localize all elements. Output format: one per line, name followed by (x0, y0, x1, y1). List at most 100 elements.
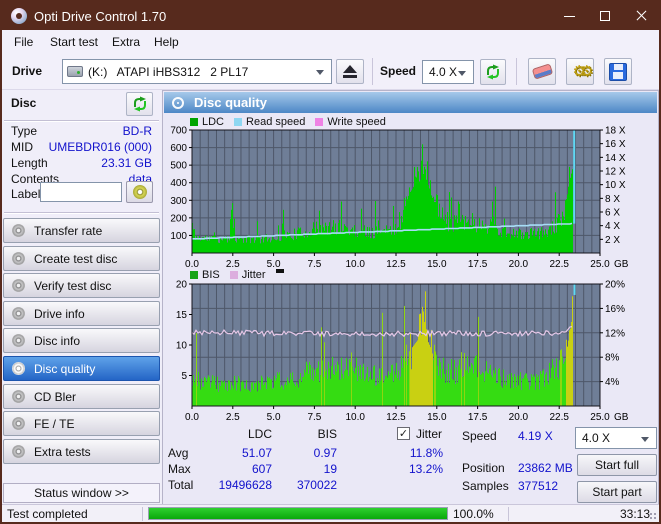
samples-stat-label: Samples (462, 479, 509, 493)
save-button[interactable] (604, 58, 632, 85)
length-value: 23.31 GB (101, 156, 152, 170)
eject-button[interactable] (336, 59, 364, 84)
toolbar-separator (372, 58, 373, 85)
svg-text:15.0: 15.0 (427, 412, 447, 423)
position-stat-value: 23862 MB (518, 461, 573, 475)
disc-icon (12, 417, 25, 430)
start-full-button[interactable]: Start full (577, 454, 657, 476)
svg-text:12%: 12% (605, 328, 625, 339)
read-speed-legend-label: Read speed (246, 116, 305, 128)
mid-value: UMEBDR016 (000) (49, 140, 152, 154)
avg-jitter-value: 11.8% (357, 446, 443, 460)
minimize-icon (564, 16, 575, 17)
ldc-legend-swatch (190, 118, 198, 126)
svg-text:8 X: 8 X (605, 194, 620, 205)
svg-text:15: 15 (176, 310, 188, 321)
disc-icon (12, 445, 25, 458)
sidebar-item-transfer-rate[interactable]: Transfer rate (3, 218, 160, 243)
svg-text:10: 10 (176, 341, 188, 352)
menu-bar: File Start test Extra Help (2, 30, 659, 52)
sidebar-item-disc-info[interactable]: Disc info (3, 328, 160, 353)
svg-text:7.5: 7.5 (307, 412, 321, 423)
progress-fill (149, 508, 447, 519)
length-label: Length (11, 156, 48, 170)
svg-text:10 X: 10 X (605, 180, 626, 191)
maximize-button[interactable] (587, 2, 623, 30)
sidebar-item-create-test-disc[interactable]: Create test disc (3, 246, 160, 271)
settings-button[interactable]: ⚙⚙ (566, 58, 594, 85)
svg-text:400: 400 (170, 178, 187, 189)
refresh-icon (485, 64, 501, 80)
sidebar-item-fe-te[interactable]: FE / TE (3, 411, 160, 436)
svg-text:17.5: 17.5 (468, 412, 488, 423)
sidebar-item-extra-tests[interactable]: Extra tests (3, 439, 160, 464)
svg-text:20%: 20% (605, 280, 625, 291)
speed-select[interactable]: 4.0 X (422, 60, 474, 84)
svg-text:6 X: 6 X (605, 208, 620, 219)
drive-select[interactable]: (K:) ATAPI iHBS312 2 PL17 (62, 59, 332, 84)
svg-text:16%: 16% (605, 304, 625, 315)
svg-text:2 X: 2 X (605, 235, 620, 246)
eraser-icon (531, 63, 552, 79)
divider (4, 212, 159, 213)
svg-text:12 X: 12 X (605, 167, 626, 178)
jitter-checkbox[interactable]: ✓ (397, 427, 410, 440)
sidebar-item-drive-info[interactable]: Drive info (3, 301, 160, 326)
sidebar-item-verify-test-disc[interactable]: Verify test disc (3, 273, 160, 298)
svg-text:10.0: 10.0 (345, 412, 365, 423)
sidebar-item-cd-bler[interactable]: CD Bler (3, 384, 160, 409)
chevron-down-icon (641, 437, 649, 442)
refresh-button[interactable] (480, 59, 506, 85)
write-label-button[interactable] (126, 181, 153, 203)
label-input[interactable] (40, 182, 122, 202)
status-bar: Test completed 100.0% 33:13 (2, 504, 659, 522)
start-part-button[interactable]: Start part (577, 481, 657, 503)
menu-start-test[interactable]: Start test (44, 33, 104, 51)
position-stat-label: Position (462, 461, 505, 475)
bis-legend-swatch (190, 271, 198, 279)
elapsed-time: 33:13 (558, 507, 650, 521)
svg-text:GB: GB (614, 412, 629, 423)
svg-text:14 X: 14 X (605, 153, 626, 164)
maximize-icon (600, 11, 610, 21)
legend-marker (276, 269, 284, 273)
type-value: BD-R (123, 124, 152, 138)
sidebar-item-disc-quality[interactable]: Disc quality (3, 356, 160, 381)
menu-extra[interactable]: Extra (106, 33, 146, 51)
menu-help[interactable]: Help (148, 33, 185, 51)
speed-select-value: 4.0 X (429, 65, 457, 79)
chart2-legend: BIS Jitter (190, 269, 284, 281)
app-disc-icon (11, 8, 27, 24)
erase-button[interactable] (528, 58, 556, 85)
svg-text:8%: 8% (605, 353, 620, 364)
rescan-disc-button[interactable] (126, 92, 153, 116)
progress-bar (148, 507, 448, 520)
menu-file[interactable]: File (8, 33, 39, 51)
avg-bis-value: 0.97 (252, 446, 337, 460)
close-button[interactable] (623, 2, 659, 30)
app-window: Opti Drive Control 1.70 File Start test … (0, 0, 661, 524)
svg-text:4 X: 4 X (605, 221, 620, 232)
disc-icon (12, 307, 25, 320)
minimize-button[interactable] (551, 2, 587, 30)
disc-icon (12, 390, 25, 403)
drive-select-value: (K:) ATAPI iHBS312 2 PL17 (88, 65, 248, 79)
svg-text:600: 600 (170, 143, 187, 154)
status-window-button[interactable]: Status window >> (3, 483, 160, 503)
speed-stat-label: Speed (462, 429, 497, 443)
svg-text:500: 500 (170, 161, 187, 172)
jitter-legend-swatch (230, 271, 238, 279)
disc-icon (12, 362, 25, 375)
test-speed-select[interactable]: 4.0 X (575, 427, 657, 449)
svg-text:0.0: 0.0 (185, 412, 199, 423)
svg-text:20.0: 20.0 (509, 412, 529, 423)
write-speed-legend-swatch (315, 118, 323, 126)
panel-header: Disc quality (164, 92, 657, 113)
svg-text:100: 100 (170, 231, 187, 242)
resize-grip[interactable] (649, 512, 657, 520)
save-icon (609, 63, 627, 81)
bis-jitter-chart: 201510520%16%12%8%4%0.02.55.07.510.012.5… (164, 268, 658, 422)
samples-stat-value: 377512 (518, 479, 558, 493)
svg-text:300: 300 (170, 196, 187, 207)
disc-icon (12, 252, 25, 265)
